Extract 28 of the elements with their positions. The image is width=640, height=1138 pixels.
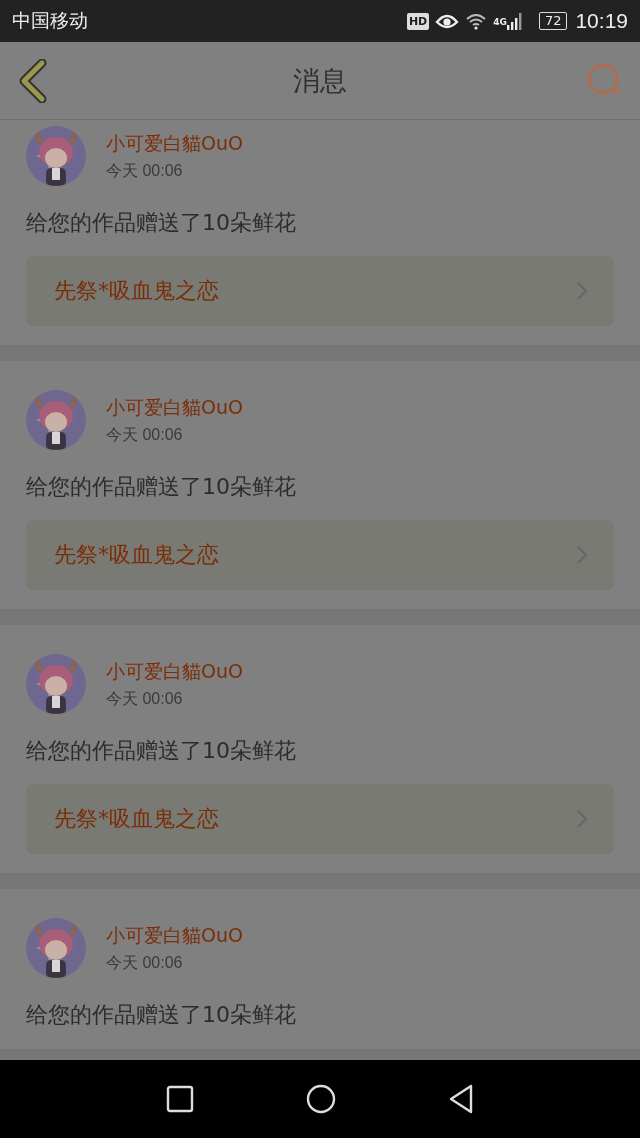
battery-level: 72: [538, 12, 568, 30]
message-time: 今天 00:06: [106, 424, 184, 445]
message-time: 今天 00:06: [106, 160, 184, 181]
home-icon[interactable]: [306, 1084, 336, 1114]
work-link[interactable]: 先祭*吸血鬼之恋: [26, 520, 614, 590]
eye-icon: [435, 12, 460, 30]
user-name[interactable]: 小可爱白貓OuO: [106, 130, 243, 157]
wifi-icon: [465, 12, 488, 30]
message-text: 给您的作品赠送了10朵鲜花: [26, 737, 297, 765]
network-type: 4G: [493, 17, 507, 27]
message-text: 给您的作品赠送了10朵鲜花: [26, 1001, 297, 1029]
clock: 10:19: [575, 9, 628, 33]
work-link[interactable]: 先祭*吸血鬼之恋: [26, 784, 614, 854]
message-time: 今天 00:06: [106, 688, 184, 709]
user-name[interactable]: 小可爱白貓OuO: [106, 922, 243, 949]
carrier-name: 中国移动: [12, 8, 88, 33]
message-text: 给您的作品赠送了10朵鲜花: [26, 209, 297, 237]
back-icon[interactable]: [18, 58, 48, 103]
user-name[interactable]: 小可爱白貓OuO: [106, 658, 243, 685]
message-text: 给您的作品赠送了10朵鲜花: [26, 473, 297, 501]
message-time: 今天 00:06: [106, 952, 184, 973]
back-nav-icon[interactable]: [448, 1084, 474, 1114]
signal-icon: [506, 12, 523, 30]
hd-badge: HD: [406, 12, 430, 30]
work-link[interactable]: 先祭*吸血鬼之恋: [26, 256, 614, 326]
page-title: 消息: [293, 63, 347, 98]
user-name[interactable]: 小可爱白貓OuO: [106, 394, 243, 421]
recents-icon[interactable]: [166, 1085, 194, 1113]
